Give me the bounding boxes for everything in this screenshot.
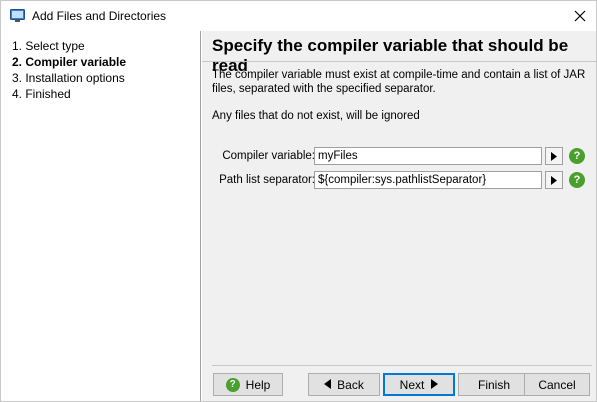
help-button-label: Help [245, 377, 271, 392]
header-divider [202, 61, 596, 62]
window-title: Add Files and Directories [32, 9, 167, 23]
cancel-button[interactable]: Cancel [524, 373, 590, 396]
path-separator-label: Path list separator: [219, 174, 315, 186]
help-icon: ? [225, 377, 240, 392]
compiler-variable-input[interactable] [314, 147, 542, 165]
step-installation-options: 3. Installation options [12, 71, 125, 85]
next-button-label: Next [399, 377, 425, 392]
footer-divider [212, 365, 592, 366]
next-button[interactable]: Next [383, 373, 455, 396]
step-compiler-variable: 2. Compiler variable [12, 55, 127, 69]
triangle-right-icon [551, 175, 557, 185]
page-note: Any files that do not exist, will be ign… [212, 110, 420, 122]
content-panel: Specify the compiler variable that shoul… [202, 31, 596, 401]
steps-list: 1. Select type 2. Compiler variable 3. I… [12, 38, 126, 102]
close-icon [574, 10, 586, 22]
compiler-variable-help-icon[interactable]: ? [569, 148, 585, 164]
window-app-icon [10, 8, 25, 23]
dialog-window: Add Files and Directories 1. Select type… [0, 0, 597, 402]
back-button-label: Back [337, 377, 364, 392]
step-finished: 4. Finished [12, 87, 71, 101]
back-button[interactable]: Back [308, 373, 380, 396]
title-bar: Add Files and Directories [1, 1, 596, 31]
path-separator-input[interactable] [314, 171, 542, 189]
help-button[interactable]: ? Help [213, 373, 283, 396]
path-separator-row: Path list separator: ? [202, 171, 596, 191]
compiler-variable-label: Compiler variable: [222, 150, 315, 162]
step-select-type: 1. Select type [12, 39, 85, 53]
finish-button[interactable]: Finish [458, 373, 530, 396]
page-description: The compiler variable must exist at comp… [212, 69, 586, 95]
compiler-variable-menu-button[interactable] [545, 147, 563, 165]
path-separator-menu-button[interactable] [545, 171, 563, 189]
triangle-right-icon [431, 378, 439, 392]
finish-button-label: Finish [477, 377, 510, 392]
page-header: Specify the compiler variable that shoul… [202, 31, 596, 75]
triangle-right-icon [551, 151, 557, 161]
steps-sidebar: 1. Select type 2. Compiler variable 3. I… [1, 31, 201, 401]
compiler-variable-row: Compiler variable: ? [202, 147, 596, 167]
path-separator-help-icon[interactable]: ? [569, 172, 585, 188]
cancel-button-label: Cancel [538, 377, 576, 392]
close-button[interactable] [569, 5, 591, 27]
triangle-left-icon [324, 378, 332, 392]
